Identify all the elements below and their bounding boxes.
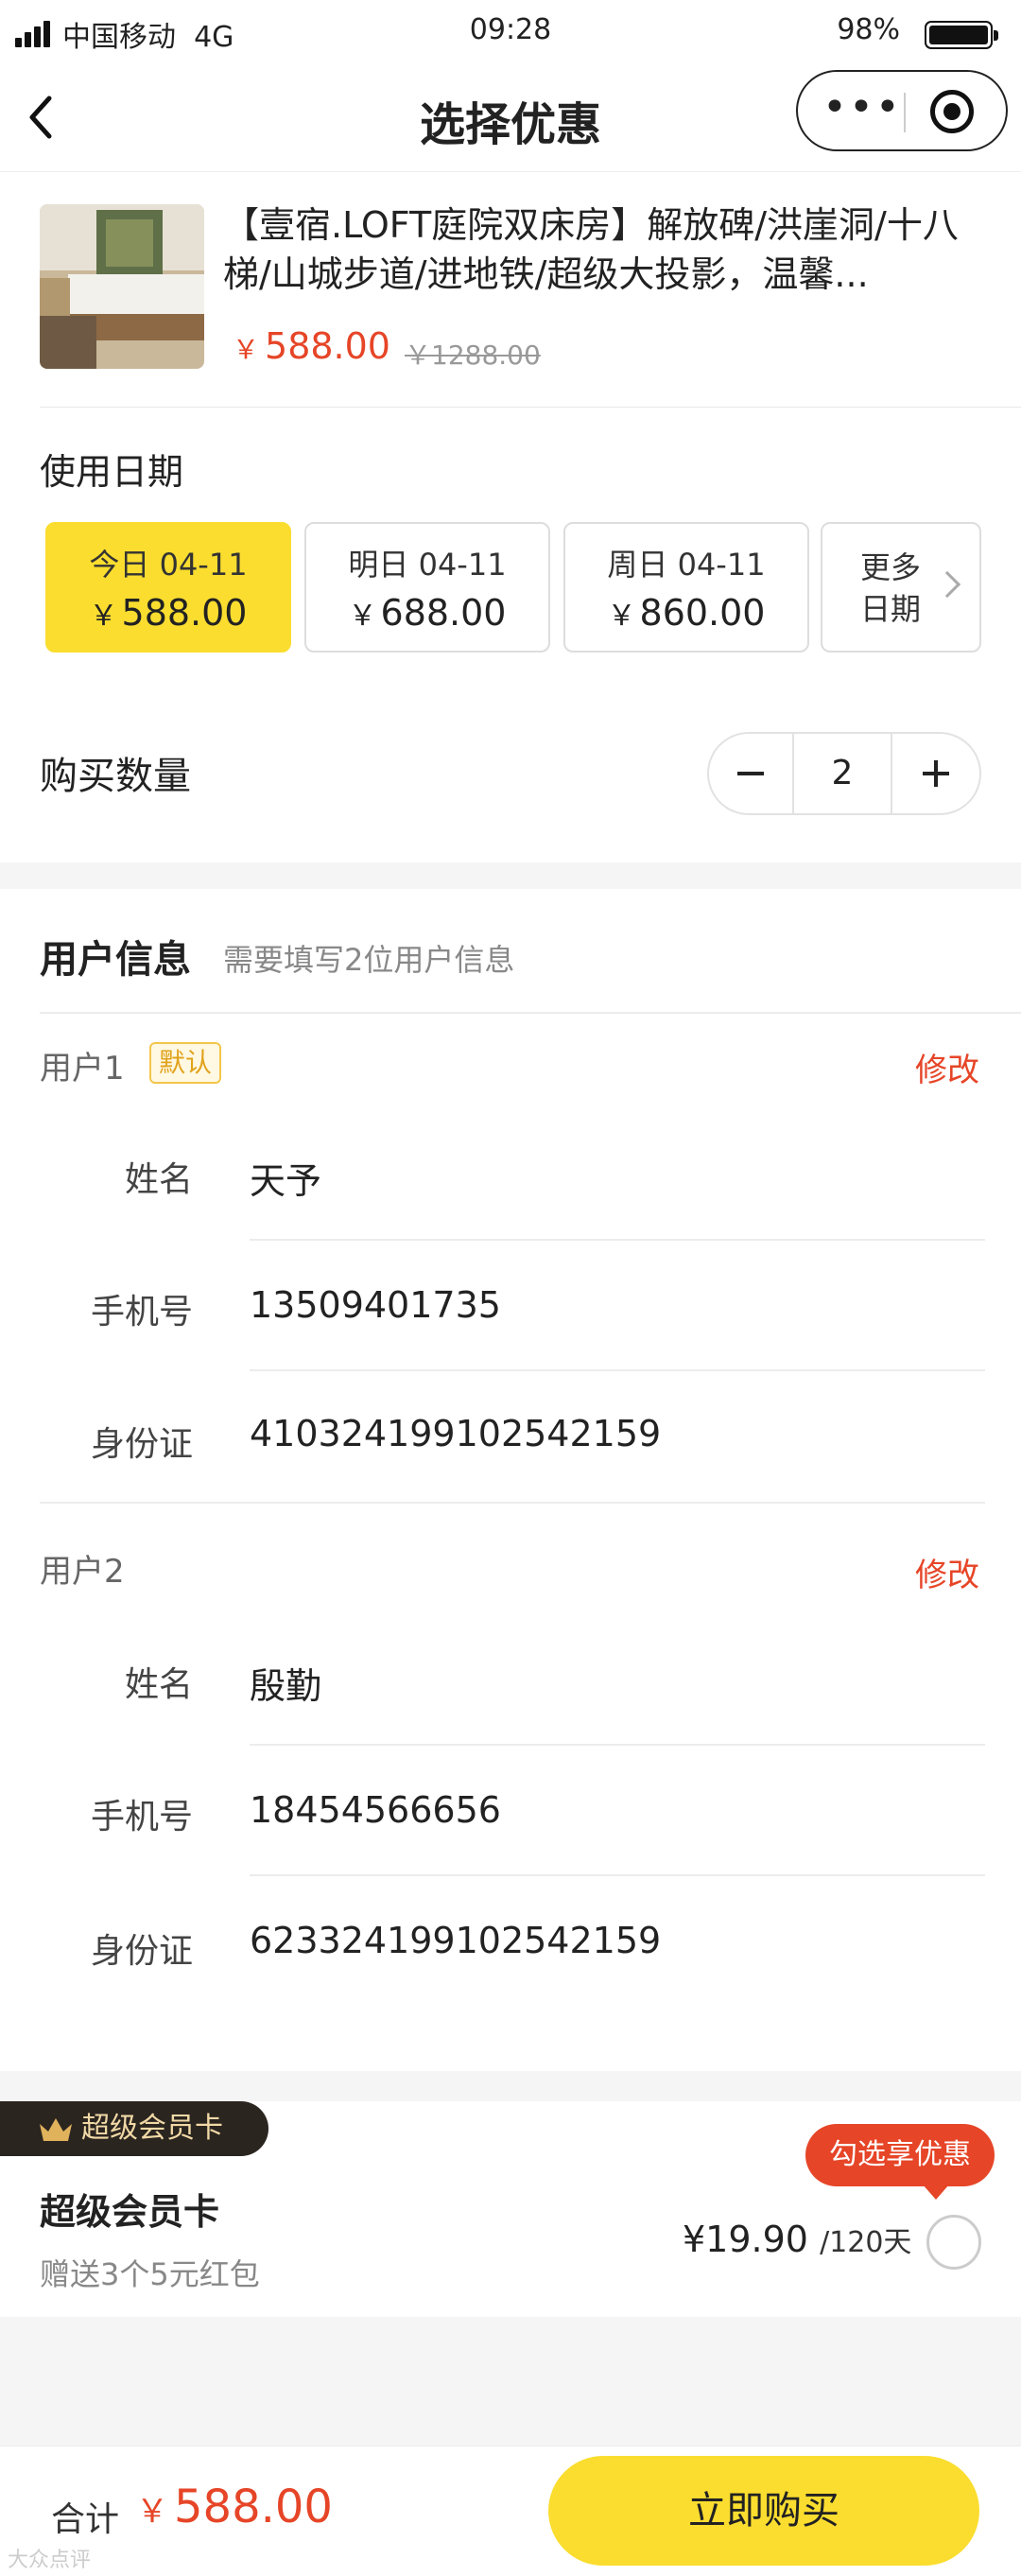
decrement-button[interactable]	[709, 734, 792, 813]
total-label: 合计	[51, 2500, 120, 2539]
member-card-title: 超级会员卡	[40, 2191, 220, 2233]
user-2-phone: 18454566656	[250, 1789, 501, 1831]
more-dates-label: 更多日期	[860, 549, 922, 627]
divider	[40, 407, 1021, 408]
watermark: 大众点评	[8, 2549, 92, 2572]
divider	[40, 1012, 1021, 1014]
field-label-name: 姓名	[124, 1665, 193, 1704]
edit-user-1-button[interactable]: 修改	[915, 1044, 979, 1090]
default-badge: 默认	[149, 1042, 221, 1084]
user-1-id: 410324199102542159	[250, 1413, 662, 1454]
user-2-id: 623324199102542159	[250, 1920, 662, 1961]
date-section: 使用日期 今日 04-11 ￥ 588.00 明日 04-11 ￥ 688.00 周…	[0, 409, 1021, 862]
member-card-subtitle: 赠送3个5元红包	[40, 2256, 260, 2292]
chevron-right-icon	[933, 570, 961, 599]
field-label-name: 姓名	[124, 1160, 193, 1199]
status-bar: 中国移动 4G 09:28 98%	[0, 0, 1021, 66]
increment-button[interactable]	[892, 734, 981, 813]
divider	[250, 1874, 985, 1876]
bottom-bar: 合计 ￥ 588.00 立即购买 大众点评	[0, 2445, 1021, 2576]
user-info-hint: 需要填写2位用户信息	[223, 942, 515, 978]
close-target-icon[interactable]	[930, 90, 974, 133]
quantity-stepper: 2	[707, 732, 981, 815]
field-label-phone: 手机号	[90, 1293, 193, 1332]
date-option-today[interactable]: 今日 04-11 ￥ 588.00	[45, 522, 291, 653]
divider	[250, 1239, 985, 1241]
more-dates-button[interactable]: 更多日期	[821, 522, 981, 653]
member-card-tag: 超级会员卡	[0, 2101, 268, 2156]
total-price: ￥ 588.00	[136, 2480, 333, 2533]
product-price: ￥ 588.00	[233, 325, 390, 367]
page: 中国移动 4G 09:28 98% 选择优惠 ••• 【壹宿.LOFT庭院双床房	[0, 0, 1021, 2576]
member-card-section: 超级会员卡 超级会员卡 赠送3个5元红包 ¥19.90 /120天 勾选享优惠	[0, 2101, 1021, 2317]
user-1-name: 天予	[250, 1160, 322, 1202]
user-2-name: 殷勤	[250, 1665, 322, 1707]
capsule-divider	[904, 93, 906, 132]
battery-icon	[925, 21, 998, 49]
divider	[40, 1502, 985, 1504]
quantity-label: 购买数量	[40, 755, 191, 798]
buy-now-button[interactable]: 立即购买	[548, 2456, 979, 2566]
battery-percent: 98%	[837, 13, 900, 46]
date-option-tomorrow[interactable]: 明日 04-11 ￥ 688.00	[304, 522, 550, 653]
product-summary: 【壹宿.LOFT庭院双床房】解放碑/洪崖洞/十八梯/山城步道/进地铁/超级大投影…	[0, 172, 1021, 409]
date-label: 使用日期	[40, 451, 184, 493]
mini-program-capsule: •••	[796, 70, 1008, 151]
user-info-heading: 用户信息	[40, 938, 191, 982]
edit-user-2-button[interactable]: 修改	[915, 1549, 979, 1595]
field-label-id: 身份证	[90, 1425, 193, 1464]
user-2-label: 用户2	[40, 1553, 125, 1591]
nav-bar: 选择优惠 •••	[0, 66, 1021, 172]
discount-tooltip: 勾选享优惠	[805, 2124, 995, 2200]
divider	[250, 1369, 985, 1371]
product-original-price: ￥1288.00	[405, 339, 541, 371]
divider	[250, 1744, 985, 1746]
member-card-checkbox[interactable]	[926, 2215, 981, 2270]
field-label-phone: 手机号	[90, 1798, 193, 1836]
quantity-value[interactable]: 2	[792, 734, 892, 813]
user-info-section: 用户信息 需要填写2位用户信息 用户1 默认 修改 姓名 天予 手机号 1350…	[0, 889, 1021, 2071]
date-option-sunday[interactable]: 周日 04-11 ￥ 860.00	[563, 522, 809, 653]
member-card-price: ¥19.90 /120天	[683, 2219, 912, 2260]
product-title: 【壹宿.LOFT庭院双床房】解放碑/洪崖洞/十八梯/山城步道/进地铁/超级大投影…	[223, 204, 959, 295]
more-icon[interactable]: •••	[822, 87, 900, 132]
crown-icon	[40, 2118, 72, 2141]
product-thumbnail	[40, 204, 204, 369]
user-1-phone: 13509401735	[250, 1284, 501, 1326]
user-1-label: 用户1	[40, 1050, 125, 1088]
field-label-id: 身份证	[90, 1932, 193, 1971]
